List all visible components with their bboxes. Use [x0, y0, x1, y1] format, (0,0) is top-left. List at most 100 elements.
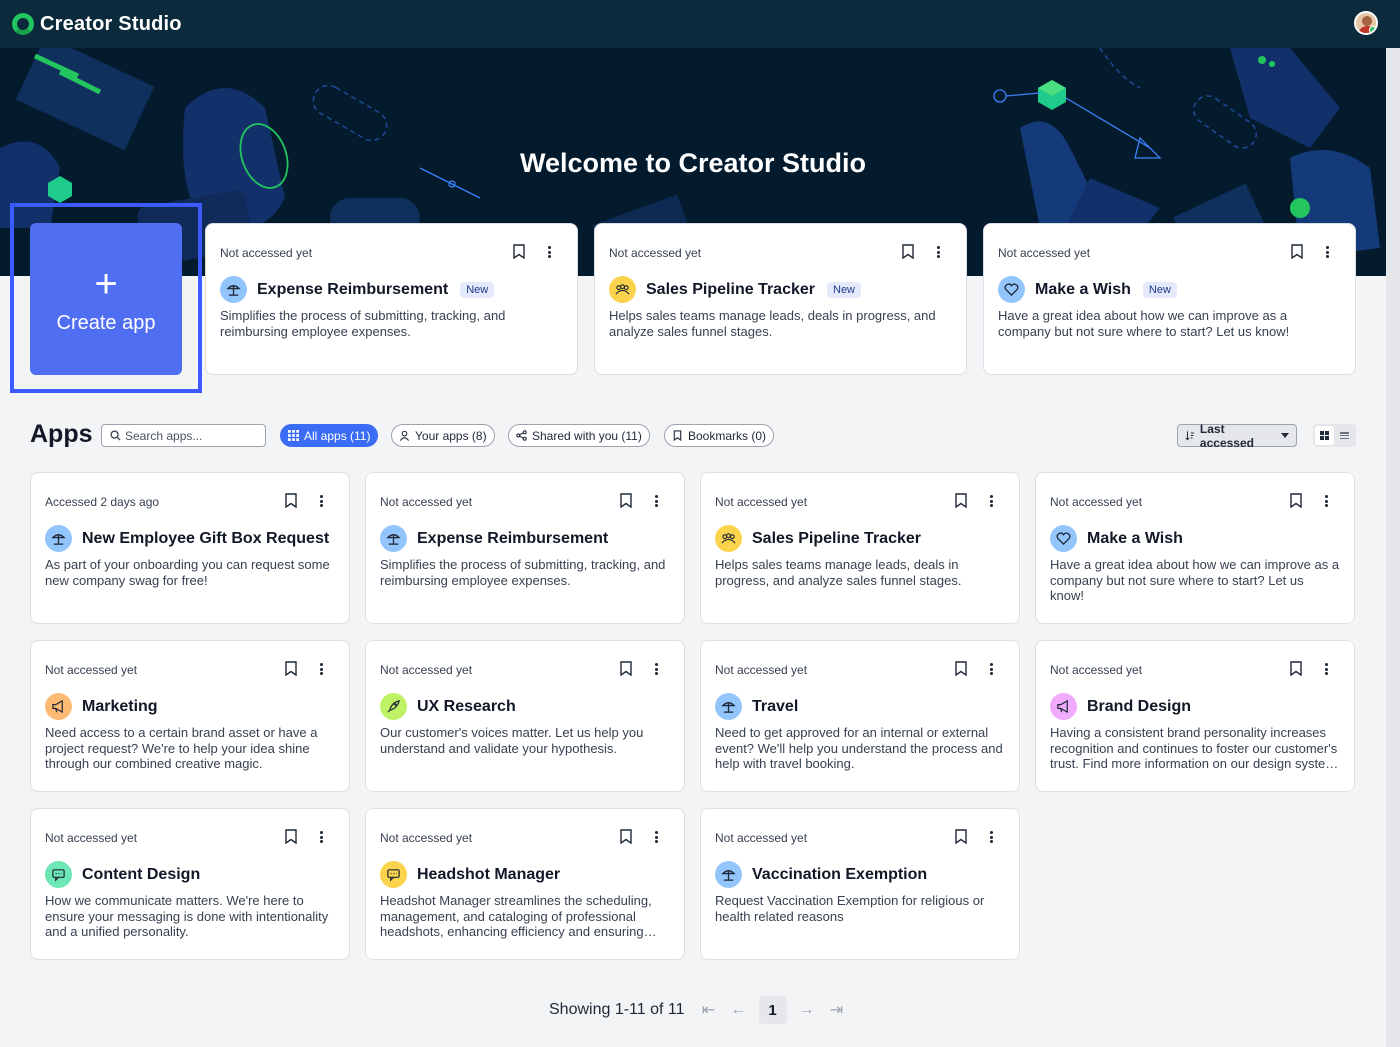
- last-accessed-text: Accessed 2 days ago: [45, 495, 160, 509]
- bookmark-icon[interactable]: [620, 661, 632, 677]
- bookmark-icon[interactable]: [620, 493, 632, 509]
- apps-section-title: Apps: [30, 420, 93, 448]
- page-scrollbar[interactable]: [1386, 48, 1400, 1047]
- create-app-label: Create app: [56, 311, 156, 334]
- travel-icon: [380, 525, 407, 552]
- bookmark-icon[interactable]: [285, 829, 297, 845]
- team-icon: [609, 276, 636, 303]
- more-options-icon[interactable]: [649, 829, 663, 845]
- more-options-icon[interactable]: [984, 493, 998, 509]
- more-options-icon[interactable]: [649, 661, 663, 677]
- more-options-icon[interactable]: [931, 244, 945, 260]
- last-accessed-text: Not accessed yet: [715, 831, 808, 845]
- app-description: Have a great idea about how we can impro…: [998, 308, 1290, 339]
- last-accessed-text: Not accessed yet: [380, 831, 473, 845]
- app-card[interactable]: Not accessed yet Sales Pipeline Tracker Ne…: [594, 223, 967, 375]
- bookmark-icon[interactable]: [955, 493, 967, 509]
- last-accessed-text: Not accessed yet: [380, 663, 473, 677]
- more-options-icon[interactable]: [984, 829, 998, 845]
- bookmark-icon[interactable]: [955, 661, 967, 677]
- app-name: Marketing: [82, 697, 158, 715]
- last-accessed-text: Not accessed yet: [1050, 663, 1143, 677]
- bookmark-icon[interactable]: [955, 829, 967, 845]
- more-options-icon[interactable]: [314, 493, 328, 509]
- bookmark-icon[interactable]: [285, 661, 297, 677]
- app-description: How we communicate matters. We're here t…: [45, 893, 329, 939]
- last-accessed-text: Not accessed yet: [45, 663, 138, 677]
- app-title-row: Sales Pipeline Tracker New: [609, 276, 862, 303]
- previous-page-icon[interactable]: ←: [729, 1000, 749, 1020]
- brand-logo[interactable]: Creator Studio: [12, 13, 182, 36]
- create-app-button[interactable]: + Create app: [30, 223, 182, 375]
- app-card[interactable]: Not accessed yet Make a Wish Have a great …: [1035, 472, 1355, 624]
- search-icon: [110, 430, 121, 441]
- view-toggle: [1313, 424, 1356, 447]
- sort-dropdown[interactable]: Last accessed: [1177, 422, 1297, 450]
- bookmark-icon[interactable]: [285, 493, 297, 509]
- user-avatar[interactable]: [1354, 11, 1378, 35]
- grid-view-button[interactable]: [1315, 426, 1334, 445]
- filter-chip[interactable]: Your apps (8): [391, 424, 495, 447]
- bookmark-icon[interactable]: [513, 244, 525, 260]
- app-card[interactable]: Not accessed yet Content Design How we com…: [30, 808, 350, 960]
- next-page-icon[interactable]: →: [797, 1000, 817, 1020]
- app-description: Simplifies the process of submitting, tr…: [380, 557, 666, 588]
- last-accessed-text: Not accessed yet: [45, 831, 138, 845]
- app-name: New Employee Gift Box Request: [82, 529, 330, 547]
- app-name: Make a Wish: [1035, 280, 1131, 298]
- app-name: Expense Reimbursement: [417, 529, 609, 547]
- app-name: Sales Pipeline Tracker: [752, 529, 921, 547]
- app-card[interactable]: Not accessed yet Headshot Manager Headshot…: [365, 808, 685, 960]
- page-number-button[interactable]: 1: [758, 996, 787, 1024]
- app-title-row: New Employee Gift Box Request: [45, 525, 329, 552]
- bookmark-icon[interactable]: [1291, 244, 1303, 260]
- more-options-icon[interactable]: [649, 493, 663, 509]
- plus-icon: +: [94, 261, 118, 306]
- more-options-icon[interactable]: [1319, 661, 1333, 677]
- app-title-row: UX Research: [380, 693, 516, 720]
- app-card[interactable]: Accessed 2 days ago New Employee Gift Box…: [30, 472, 350, 624]
- bookmark-icon[interactable]: [620, 829, 632, 845]
- filter-chip[interactable]: Bookmarks (0): [664, 424, 775, 447]
- hero-title: Welcome to Creator Studio: [519, 148, 867, 178]
- app-card[interactable]: Not accessed yet Travel Need to get approv…: [700, 640, 1020, 792]
- last-page-icon[interactable]: ⇥: [827, 1000, 847, 1020]
- heart-icon: [998, 276, 1025, 303]
- rocket-icon: [380, 693, 407, 720]
- last-accessed-text: Not accessed yet: [715, 663, 808, 677]
- app-card[interactable]: Not accessed yet Marketing Need access to …: [30, 640, 350, 792]
- app-card[interactable]: Not accessed yet Make a Wish New Have a gre…: [983, 223, 1356, 375]
- bookmark-icon: [672, 430, 683, 441]
- more-options-icon[interactable]: [542, 244, 556, 260]
- app-title-row: Headshot Manager: [380, 861, 560, 888]
- megaphone-icon: [1050, 693, 1077, 720]
- app-card[interactable]: Not accessed yet UX Research Our customer'…: [365, 640, 685, 792]
- app-card[interactable]: Not accessed yet Vaccination Exemption Req…: [700, 808, 1020, 960]
- bookmark-icon[interactable]: [902, 244, 914, 260]
- filter-chip-label: Your apps (8): [415, 428, 487, 443]
- app-description: Helps sales teams manage leads, deals in…: [609, 308, 936, 339]
- bookmark-icon[interactable]: [1290, 493, 1302, 509]
- top-bar: Creator Studio: [0, 0, 1400, 48]
- first-page-icon[interactable]: ⇤: [699, 1000, 719, 1020]
- more-options-icon[interactable]: [984, 661, 998, 677]
- filter-chip[interactable]: All apps (11): [280, 424, 379, 447]
- app-name: UX Research: [417, 697, 516, 715]
- more-options-icon[interactable]: [1320, 244, 1334, 260]
- list-view-icon: [1340, 432, 1350, 439]
- app-card[interactable]: Not accessed yet Expense Reimbursement New…: [205, 223, 578, 375]
- filter-chip[interactable]: Shared with you (11): [508, 424, 650, 447]
- app-card[interactable]: Not accessed yet Brand Design Having a con…: [1035, 640, 1355, 792]
- team-icon: [715, 525, 742, 552]
- more-options-icon[interactable]: [1319, 493, 1333, 509]
- more-options-icon[interactable]: [314, 661, 328, 677]
- app-card[interactable]: Not accessed yet Expense Reimbursement Sim…: [365, 472, 685, 624]
- search-box[interactable]: [101, 424, 266, 447]
- search-input[interactable]: [125, 428, 265, 443]
- bookmark-icon[interactable]: [1290, 661, 1302, 677]
- travel-icon: [45, 525, 72, 552]
- more-options-icon[interactable]: [314, 829, 328, 845]
- list-view-button[interactable]: [1336, 426, 1355, 445]
- app-card[interactable]: Not accessed yet Sales Pipeline Tracker He…: [700, 472, 1020, 624]
- app-title-row: Brand Design: [1050, 693, 1191, 720]
